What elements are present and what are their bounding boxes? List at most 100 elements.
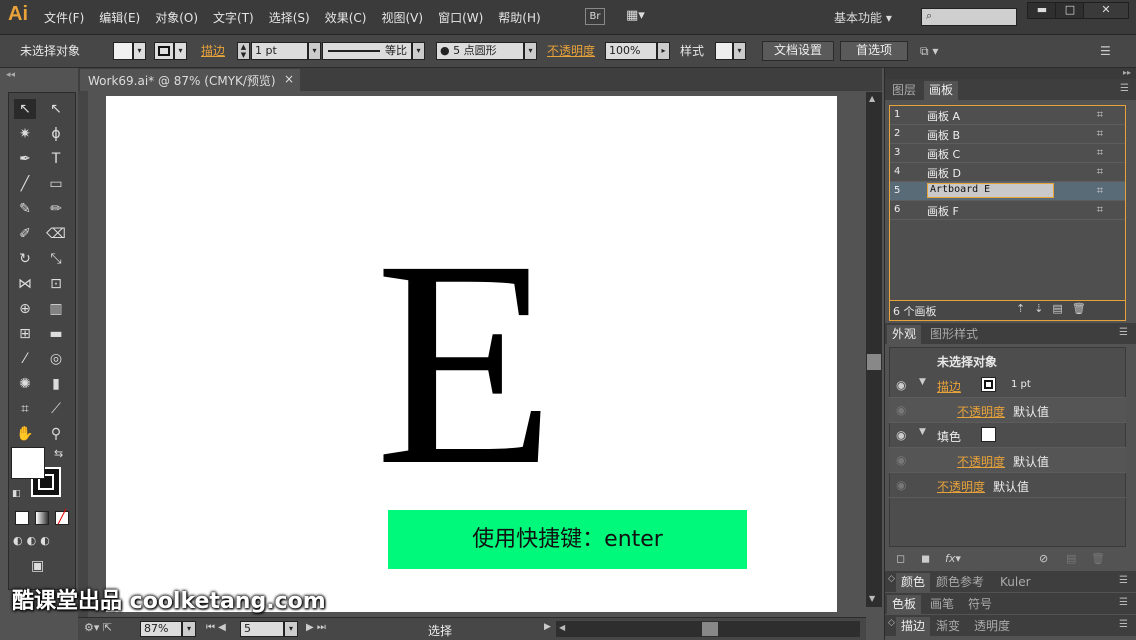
artboard-options-icon[interactable]: ⌗ — [1097, 165, 1103, 179]
artboard-options-icon[interactable]: ⌗ — [1097, 184, 1103, 198]
opacity-attr-label[interactable]: 不透明度 — [957, 403, 1005, 420]
selection-tool-icon[interactable]: ↖ — [14, 99, 36, 119]
none-mode-icon[interactable]: ╱ — [55, 511, 69, 525]
document-setup-button[interactable]: 文档设置 — [762, 41, 834, 61]
visibility-eye-icon[interactable]: ◉ — [896, 453, 906, 467]
graphic-style-swatch[interactable] — [715, 42, 733, 60]
bridge-button[interactable]: Br — [585, 8, 605, 25]
swap-colors-icon[interactable]: ⇆ — [54, 447, 63, 460]
document-tab[interactable]: Work69.ai* @ 87% (CMYK/预览) × — [80, 69, 300, 91]
tab-color[interactable]: 颜色 — [896, 573, 931, 592]
menu-file[interactable]: 文件(F) — [44, 9, 84, 26]
status-icons[interactable]: ⚙▾ ⇱ — [84, 621, 112, 634]
width-tool-icon[interactable]: ⋈ — [14, 274, 36, 294]
scroll-thumb[interactable] — [867, 354, 881, 370]
tab-brushes[interactable]: 画笔 — [925, 595, 959, 614]
perspective-grid-tool-icon[interactable]: ▥ — [45, 299, 67, 319]
close-tab-icon[interactable]: × — [284, 72, 294, 86]
style-dropdown[interactable]: ▾ — [733, 42, 746, 60]
collapse-dock-icon[interactable]: ▸▸ — [1123, 68, 1131, 77]
visibility-eye-icon[interactable]: ◉ — [896, 403, 906, 417]
menu-help[interactable]: 帮助(H) — [498, 9, 540, 26]
blend-tool-icon[interactable]: ◎ — [45, 349, 67, 369]
opacity-attr-label[interactable]: 不透明度 — [937, 478, 985, 495]
visibility-eye-icon[interactable]: ◉ — [896, 428, 906, 442]
fill-swatch[interactable] — [113, 42, 133, 60]
minimize-button[interactable]: ▬ — [1027, 2, 1057, 19]
pencil-tool-icon[interactable]: ✏ — [45, 199, 67, 219]
add-stroke-icon[interactable]: ◻ — [896, 552, 905, 565]
stroke-weight-stepper[interactable]: ▲ ▼ — [237, 42, 250, 60]
duplicate-item-icon[interactable]: ▤ — [1066, 552, 1076, 565]
opacity-label[interactable]: 不透明度 — [547, 43, 595, 61]
artboard-row-selected[interactable]: 5 Artboard E ⌗ — [890, 182, 1125, 201]
artboard-footer-icons[interactable]: ⇡⇣▤🗑 — [1016, 302, 1095, 315]
stroke-weight-dropdown[interactable]: ▾ — [308, 42, 321, 60]
status-menu-icon[interactable]: ▶ — [544, 622, 551, 632]
expand-triangle-icon[interactable]: ▼ — [919, 377, 926, 387]
stroke-weight-value[interactable]: 1 pt — [1011, 379, 1031, 390]
draw-modes-icon[interactable]: ◐◐◐ — [13, 534, 54, 547]
artboard-row[interactable]: 1 画板 A ⌗ — [890, 106, 1125, 125]
delete-item-icon[interactable]: 🗑 — [1091, 552, 1105, 565]
rectangle-tool-icon[interactable]: ▭ — [45, 174, 67, 194]
tab-gradient[interactable]: 渐变 — [931, 617, 965, 636]
add-fill-icon[interactable]: ◼ — [921, 552, 930, 565]
menu-view[interactable]: 视图(V) — [381, 9, 423, 26]
search-input[interactable]: ⌕ — [921, 8, 1017, 26]
opacity-dropdown[interactable]: ▸ — [657, 42, 670, 60]
collapse-toolbar-icon[interactable]: ◂◂ — [6, 70, 15, 80]
artboard-row[interactable]: 3 画板 C ⌗ — [890, 144, 1125, 163]
stroke-weight-input[interactable]: 1 pt — [251, 42, 308, 60]
next-artboard-icon[interactable]: ▶ ⏭ — [306, 622, 326, 633]
zoom-tool-icon[interactable]: ⚲ — [45, 424, 67, 444]
menu-object[interactable]: 对象(O) — [155, 9, 198, 26]
tab-swatches[interactable]: 色板 — [887, 595, 922, 614]
profile-dropdown[interactable]: ▾ — [412, 42, 425, 60]
fill-swatch-icon[interactable] — [981, 427, 996, 442]
menu-type[interactable]: 文字(T) — [213, 9, 254, 26]
maximize-button[interactable]: □ — [1055, 2, 1085, 19]
artboard-letter[interactable]: E — [375, 215, 555, 510]
opacity-input[interactable]: 100% — [605, 42, 657, 60]
artboard-nav-dropdown[interactable]: ▾ — [284, 621, 298, 637]
horizontal-scroll-thumb[interactable] — [702, 622, 718, 636]
artboard-navigation-input[interactable]: 5 — [240, 621, 284, 637]
line-tool-icon[interactable]: ╱ — [14, 174, 36, 194]
clear-appearance-icon[interactable]: ⊘ — [1039, 552, 1048, 565]
stroke-swatch-icon[interactable] — [981, 377, 996, 392]
tab-kuler[interactable]: Kuler — [995, 573, 1036, 592]
vertical-scrollbar[interactable]: ▲ ▼ — [866, 92, 882, 607]
eyedropper-tool-icon[interactable]: ⁄ — [14, 349, 36, 369]
artboard-options-icon[interactable]: ⌗ — [1097, 127, 1103, 141]
magic-wand-tool-icon[interactable]: ✷ — [14, 124, 36, 144]
variable-width-profile[interactable]: 等比 — [322, 42, 412, 60]
visibility-eye-icon[interactable]: ◉ — [896, 478, 906, 492]
first-artboard-icon[interactable]: ⏮ ◀ — [206, 622, 226, 633]
opacity-attr-label[interactable]: 不透明度 — [957, 453, 1005, 470]
brush-definition[interactable]: ● 5 点圆形 — [436, 42, 524, 60]
panel-toggle-icon[interactable]: ◇ — [888, 618, 895, 628]
scale-tool-icon[interactable]: ⤡ — [45, 249, 67, 269]
eraser-tool-icon[interactable]: ⌫ — [45, 224, 67, 244]
free-transform-tool-icon[interactable]: ⊡ — [45, 274, 67, 294]
default-colors-icon[interactable]: ◧ — [12, 489, 21, 499]
tab-symbols[interactable]: 符号 — [963, 595, 997, 614]
artboard-row[interactable]: 4 画板 D ⌗ — [890, 163, 1125, 182]
direct-selection-tool-icon[interactable]: ↖ — [45, 99, 67, 119]
tab-color-guide[interactable]: 颜色参考 — [931, 573, 989, 592]
fx-icon[interactable]: fx▾ — [945, 552, 961, 565]
scroll-left-icon[interactable]: ◀ — [559, 623, 565, 632]
artboard-tool-icon[interactable]: ⌗ — [14, 399, 36, 419]
fill-color-box[interactable] — [11, 447, 45, 479]
type-tool-icon[interactable]: T — [45, 149, 67, 169]
tab-layers[interactable]: 图层 — [887, 81, 921, 100]
menu-window[interactable]: 窗口(W) — [438, 9, 483, 26]
screen-mode-icon[interactable]: ▣ — [31, 558, 44, 574]
panel-toggle-icon[interactable]: ◇ — [888, 574, 895, 584]
lasso-tool-icon[interactable]: ϕ — [45, 124, 67, 144]
tab-graphic-styles[interactable]: 图形样式 — [925, 325, 983, 344]
workspace-switcher[interactable]: 基本功能 ▾ — [834, 9, 892, 26]
rotate-tool-icon[interactable]: ↻ — [14, 249, 36, 269]
blob-brush-tool-icon[interactable]: ✐ — [14, 224, 36, 244]
